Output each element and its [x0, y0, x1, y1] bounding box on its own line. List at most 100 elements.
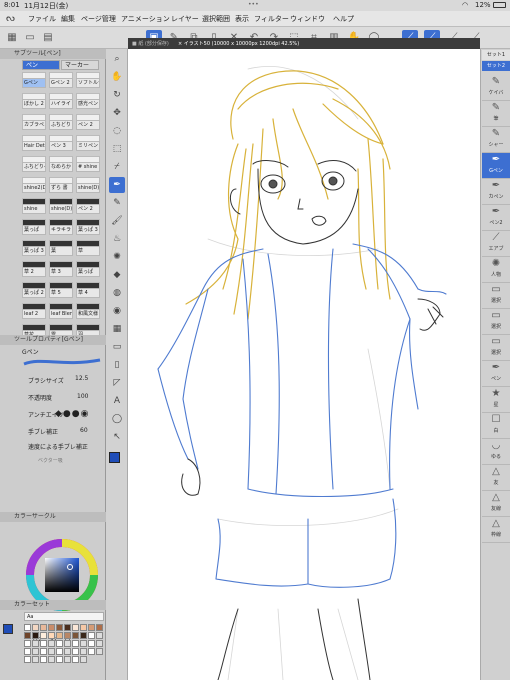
set2-tab[interactable]: セット2	[482, 61, 510, 71]
sub-tool-item[interactable]: 草 3	[49, 267, 73, 277]
color-swatch[interactable]	[56, 624, 63, 631]
sub-tool-item[interactable]: カブラペン	[22, 120, 46, 130]
quick-access-item[interactable]: ▭ 選択	[482, 335, 510, 361]
color-swatch[interactable]	[32, 648, 39, 655]
stabilizer-value[interactable]: 60	[80, 427, 88, 434]
sub-tool-item[interactable]: 和風文様	[76, 309, 100, 319]
color-swatch[interactable]	[40, 648, 47, 655]
color-swatch[interactable]	[48, 656, 55, 663]
quick-access-item[interactable]: ✒ ペン2	[482, 205, 510, 231]
sub-tool-item[interactable]: 葉っぱ	[76, 267, 100, 277]
sub-tool-item[interactable]: shine(D)	[76, 183, 100, 193]
color-swatch[interactable]	[40, 624, 47, 631]
quick-access-item[interactable]: △ 友線	[482, 491, 510, 517]
rotate-icon[interactable]: ↻	[109, 87, 125, 103]
lasso-icon[interactable]: ◌	[109, 123, 125, 139]
quick-access-item[interactable]: ☐ 白	[482, 413, 510, 439]
color-swatch[interactable]	[72, 640, 79, 647]
balloon-icon[interactable]: ◯	[109, 411, 125, 427]
menu-edit[interactable]: 編集	[61, 14, 75, 24]
move-icon[interactable]: ✥	[109, 105, 125, 121]
color-swatch[interactable]	[24, 656, 31, 663]
color-swatch[interactable]	[32, 624, 39, 631]
color-swatch[interactable]	[48, 640, 55, 647]
menu-window[interactable]: ウィンドウ	[290, 14, 325, 24]
color-swatch[interactable]	[80, 632, 87, 639]
color-swatch[interactable]	[48, 632, 55, 639]
color-swatch[interactable]	[56, 632, 63, 639]
color-swatch[interactable]	[64, 656, 71, 663]
color-swatch[interactable]	[48, 624, 55, 631]
quick-access-item[interactable]: ★ 星	[482, 387, 510, 413]
quick-access-item[interactable]: ✒ ペン	[482, 361, 510, 387]
eyedropper-icon[interactable]: ⌿	[109, 159, 125, 175]
sub-tool-item[interactable]: 草 5	[49, 288, 73, 298]
color-swatch[interactable]	[56, 648, 63, 655]
sub-tool-item[interactable]: 感光ペン	[76, 99, 100, 109]
sub-tool-item[interactable]: # shine	[76, 162, 100, 172]
sub-tool-item[interactable]: leaf Blend	[49, 309, 73, 319]
sub-tool-item[interactable]: ペン 2	[76, 120, 100, 130]
color-set-selector[interactable]: Aa	[24, 612, 104, 621]
quick-access-item[interactable]: ▭ 選択	[482, 309, 510, 335]
sub-tool-item[interactable]: leaf 2	[22, 309, 46, 319]
drawing-canvas[interactable]	[128, 49, 480, 680]
sub-tool-item[interactable]: 葉っぱ	[22, 225, 46, 235]
sub-tool-item[interactable]: ペン 3	[49, 141, 73, 151]
folder-icon[interactable]: ▤	[40, 30, 56, 46]
tab-marker[interactable]: マーカー	[61, 60, 99, 70]
sub-tool-item[interactable]: shine(D)	[49, 204, 73, 214]
color-swatch[interactable]	[64, 624, 71, 631]
color-swatch[interactable]	[40, 656, 47, 663]
hand-icon[interactable]: ✋	[109, 69, 125, 85]
fill-icon[interactable]: ◉	[109, 303, 125, 319]
color-swatch[interactable]	[64, 648, 71, 655]
tab-pen[interactable]: ペン	[22, 60, 60, 70]
color-swatch[interactable]	[72, 632, 79, 639]
gradient-icon[interactable]: ▦	[109, 321, 125, 337]
color-swatch[interactable]	[24, 632, 31, 639]
color-swatch[interactable]	[80, 656, 87, 663]
color-swatch[interactable]	[72, 648, 79, 655]
selection-icon[interactable]: ⬚	[109, 141, 125, 157]
sub-tool-item[interactable]: なめらか	[49, 162, 73, 172]
quick-access-item[interactable]: ✒ カペン	[482, 179, 510, 205]
sub-tool-item[interactable]: 草 2	[22, 267, 46, 277]
sub-tool-item[interactable]: 葉っぱ 2	[22, 288, 46, 298]
color-swatch[interactable]	[72, 624, 79, 631]
quick-access-item[interactable]: ✒ Gペン	[482, 153, 510, 179]
set1-tab[interactable]: セット1	[482, 50, 510, 60]
quick-access-item[interactable]: △ 枠線	[482, 517, 510, 543]
menu-layer[interactable]: レイヤー	[171, 14, 199, 24]
color-swatch[interactable]	[56, 640, 63, 647]
blend-icon[interactable]: ◍	[109, 285, 125, 301]
opacity-value[interactable]: 100	[77, 393, 88, 400]
quick-access-item[interactable]: ✎ ケイバ	[482, 75, 510, 101]
menu-filter[interactable]: フィルター	[254, 14, 289, 24]
color-swatch[interactable]	[40, 632, 47, 639]
sub-tool-item[interactable]: 草	[76, 246, 100, 256]
correct-line-icon[interactable]: ↖	[109, 429, 125, 445]
quick-access-item[interactable]: ▭ 選択	[482, 283, 510, 309]
sub-tool-item[interactable]: shine	[22, 204, 46, 214]
pencil-icon[interactable]: ✎	[109, 195, 125, 211]
color-swatch[interactable]	[32, 640, 39, 647]
color-swatch[interactable]	[80, 624, 87, 631]
color-swatch[interactable]	[32, 656, 39, 663]
sub-tool-item[interactable]: ぼかし 2	[22, 99, 46, 109]
color-swatch[interactable]	[80, 648, 87, 655]
document-tab-active[interactable]: × イラスト50 (10000 x 10000px 1200dpi 42.5%)	[178, 40, 299, 47]
sub-tool-item[interactable]: ずら 書	[49, 183, 73, 193]
canvas-area[interactable]	[128, 49, 480, 680]
color-swatch[interactable]	[48, 648, 55, 655]
color-swatch[interactable]	[56, 656, 63, 663]
airbrush-icon[interactable]: ♨	[109, 231, 125, 247]
quick-access-item[interactable]: ◡ ゆる	[482, 439, 510, 465]
brush-size-value[interactable]: 12.5	[75, 375, 88, 382]
ruler-icon[interactable]: ◸	[109, 375, 125, 391]
color-swatch[interactable]	[96, 624, 103, 631]
speed-stabilizer-label[interactable]: 速度による手ブレ補正	[28, 442, 88, 451]
quick-access-item[interactable]: ✎ シャー	[482, 127, 510, 153]
menu-view[interactable]: 表示	[235, 14, 249, 24]
color-swatch[interactable]	[40, 640, 47, 647]
